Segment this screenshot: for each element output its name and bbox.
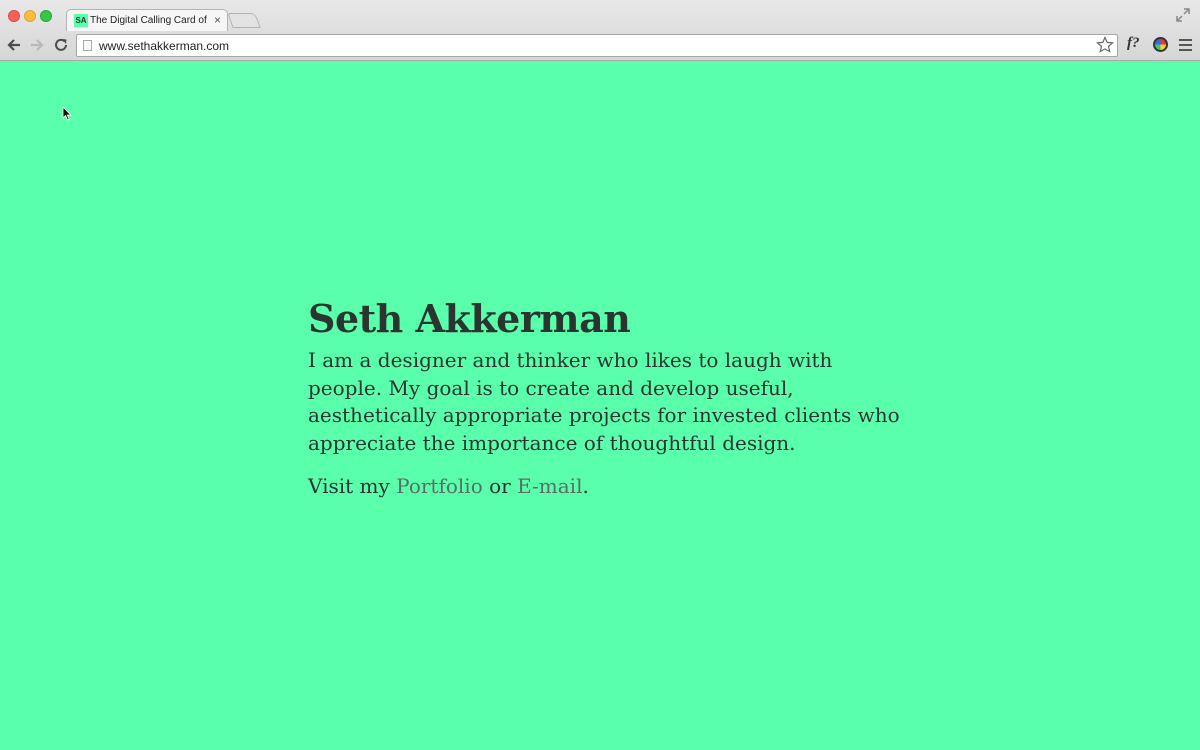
page-title: Seth Akkerman — [308, 296, 631, 341]
toolbar: www.sethakkerman.com f? — [0, 31, 1200, 61]
color-extension-icon[interactable] — [1153, 37, 1168, 52]
or-text: or — [482, 474, 518, 498]
star-icon[interactable] — [1096, 36, 1114, 54]
zoom-window-button[interactable] — [40, 10, 52, 22]
visit-suffix: . — [582, 474, 589, 498]
tab-close-icon[interactable]: × — [214, 13, 221, 27]
visit-line: Visit my Portfolio or E-mail. — [308, 473, 908, 500]
fullscreen-icon[interactable] — [1176, 8, 1190, 22]
back-arrow-icon[interactable] — [5, 36, 23, 54]
close-window-button[interactable] — [8, 10, 20, 22]
new-tab-button[interactable] — [227, 13, 261, 28]
forward-arrow-icon[interactable] — [28, 36, 46, 54]
minimize-window-button[interactable] — [24, 10, 36, 22]
bio-paragraph: I am a designer and thinker who likes to… — [308, 348, 900, 455]
visit-prefix: Visit my — [308, 474, 397, 498]
tab-title: The Digital Calling Card of — [90, 15, 207, 26]
tab-active[interactable]: SA The Digital Calling Card of × — [66, 9, 228, 31]
reload-icon[interactable] — [52, 36, 70, 54]
url-text[interactable]: www.sethakkerman.com — [99, 39, 229, 53]
address-bar[interactable]: www.sethakkerman.com — [76, 34, 1118, 57]
browser-chrome: SA The Digital Calling Card of × www.set… — [0, 0, 1200, 61]
favicon-icon: SA — [74, 14, 88, 27]
email-link[interactable]: E-mail — [517, 474, 582, 498]
font-extension-icon[interactable]: f? — [1127, 35, 1140, 52]
calling-card: Seth Akkerman I am a designer and thinke… — [308, 294, 908, 500]
title-bar: SA The Digital Calling Card of × — [0, 0, 1200, 31]
menu-icon[interactable] — [1179, 36, 1192, 54]
mouse-cursor-icon — [62, 106, 72, 121]
page-icon — [83, 40, 92, 51]
portfolio-link[interactable]: Portfolio — [396, 474, 483, 498]
